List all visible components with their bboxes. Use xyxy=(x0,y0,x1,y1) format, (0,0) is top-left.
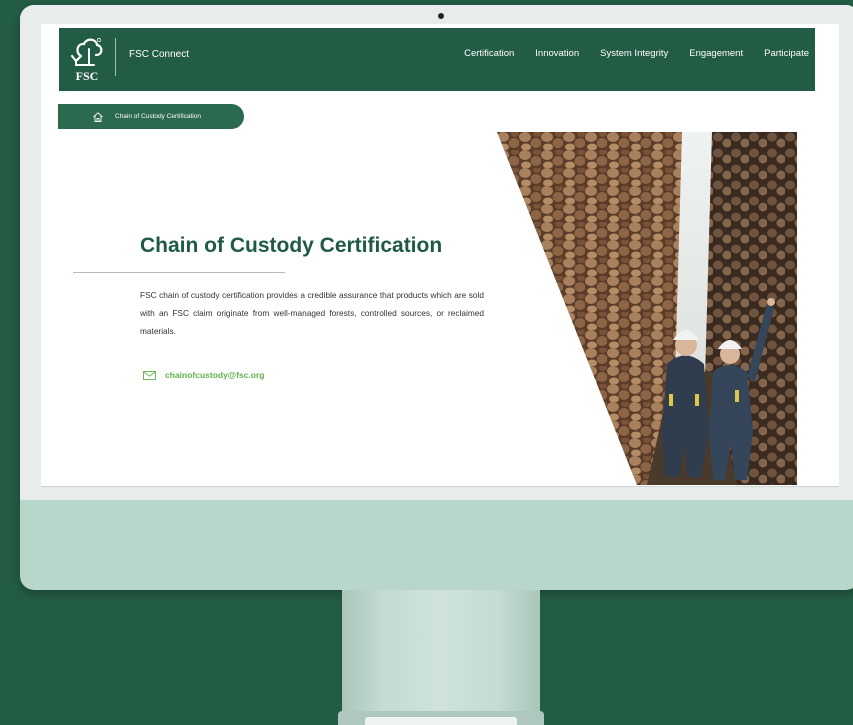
website-viewport: FSC FSC Connect Certification Innovation… xyxy=(41,24,839,487)
logo-divider xyxy=(115,38,116,76)
site-header: FSC FSC Connect Certification Innovation… xyxy=(59,28,815,91)
stand-base-highlight xyxy=(365,717,517,725)
nav-innovation[interactable]: Innovation xyxy=(535,48,579,59)
fsc-logo[interactable]: FSC xyxy=(66,34,108,86)
fsc-logo-text: FSC xyxy=(76,69,99,83)
webcam-dot xyxy=(438,13,444,19)
monitor-stand xyxy=(342,590,540,725)
breadcrumb-current: Chain of Custody Certification xyxy=(115,113,201,120)
hero-description: FSC chain of custody certification provi… xyxy=(140,290,484,336)
nav-system-integrity[interactable]: System Integrity xyxy=(600,48,668,59)
home-icon[interactable] xyxy=(92,111,104,123)
monitor-bezel: FSC FSC Connect Certification Innovation… xyxy=(20,5,853,500)
hero-image xyxy=(497,132,797,485)
title-underline xyxy=(73,272,285,273)
main-nav: Certification Innovation System Integrit… xyxy=(464,48,809,59)
nav-certification[interactable]: Certification xyxy=(464,48,514,59)
nav-engagement[interactable]: Engagement xyxy=(689,48,743,59)
mail-icon xyxy=(143,370,156,380)
nav-participate[interactable]: Participate xyxy=(764,48,809,59)
imac-monitor: FSC FSC Connect Certification Innovation… xyxy=(20,5,853,590)
contact-email-row: chainofcustody@fsc.org xyxy=(143,370,264,380)
brand-name[interactable]: FSC Connect xyxy=(129,49,189,60)
page-title: Chain of Custody Certification xyxy=(140,234,443,257)
contact-email-link[interactable]: chainofcustody@fsc.org xyxy=(165,370,264,380)
breadcrumb: Chain of Custody Certification xyxy=(58,104,244,129)
